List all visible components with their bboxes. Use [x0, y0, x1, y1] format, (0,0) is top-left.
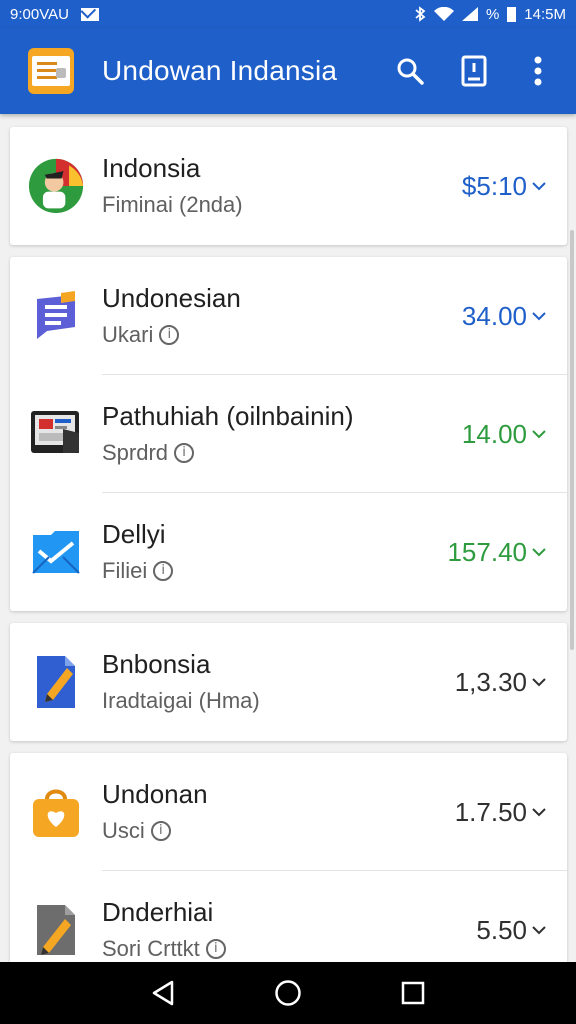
app-bar: Undowan Indansia — [0, 28, 576, 114]
back-button[interactable] — [143, 973, 183, 1013]
mail-notification-icon — [80, 7, 99, 21]
chevron-down-icon — [532, 312, 546, 321]
item-subtitle: Ukari — [102, 322, 154, 347]
back-triangle-icon — [152, 980, 173, 1006]
item-subtitle: Sori Crttkt — [102, 936, 200, 961]
list-item[interactable]: Indonsia Fiminai (2nda) $5:10 — [10, 127, 567, 245]
item-title: Bnbonsia — [102, 649, 211, 679]
item-title: Dellyi — [102, 519, 166, 549]
pencil-note-icon — [28, 902, 84, 958]
list-card: Bnbonsia Iradtaigai (Hma) 1,3.30 — [10, 623, 567, 741]
list-item[interactable]: Undonan Usci i 1.7.50 — [10, 753, 567, 871]
amount-dropdown[interactable]: 5.50 — [476, 915, 547, 946]
info-icon[interactable]: i — [205, 939, 226, 959]
search-button[interactable] — [396, 55, 424, 87]
list-item[interactable]: Dellyi Filiei i 157.40 — [10, 493, 567, 611]
more-vert-icon — [534, 56, 542, 86]
amount-dropdown[interactable]: $5:10 — [462, 171, 547, 202]
chevron-down-icon — [532, 808, 546, 817]
scrollbar[interactable] — [570, 230, 574, 650]
item-title: Undonan — [102, 779, 208, 809]
signal-icon — [461, 7, 478, 21]
bluetooth-icon — [415, 6, 426, 22]
info-icon[interactable]: i — [159, 325, 180, 345]
chat-doc-icon — [28, 288, 84, 344]
app-title: Undowan Indansia — [102, 55, 338, 86]
search-icon — [397, 58, 424, 85]
device-info-icon — [461, 55, 487, 87]
item-amount: $5:10 — [461, 170, 527, 201]
system-navigation-bar — [0, 962, 576, 1024]
document-pen-icon — [28, 654, 84, 710]
list-item[interactable]: Bnbonsia Iradtaigai (Hma) 1,3.30 — [10, 623, 567, 741]
item-title: Dnderhiai — [102, 897, 214, 927]
list-item[interactable]: Undonesian Ukari i 34.00 — [10, 257, 567, 375]
chevron-down-icon — [532, 430, 546, 439]
chevron-down-icon — [532, 548, 546, 557]
list-card: Indonsia Fiminai (2nda) $5:10 — [10, 127, 567, 245]
item-subtitle: Filiei — [102, 558, 148, 583]
item-amount: 1.7.50 — [454, 796, 527, 827]
recents-square-icon — [402, 981, 425, 1005]
recents-button[interactable] — [393, 973, 433, 1013]
item-subtitle: Usci — [102, 818, 145, 843]
list-card: Undonan Usci i 1.7.50 Dnderhiai Sori Crtt… — [10, 753, 567, 989]
home-button[interactable] — [268, 973, 308, 1013]
list-card: Undonesian Ukari i 34.00 Pathuhiah (oilnb… — [10, 257, 567, 611]
info-icon[interactable]: i — [153, 561, 174, 581]
battery-icon — [507, 6, 517, 22]
status-left-text: 9:00VAU — [10, 5, 69, 23]
home-circle-icon — [275, 980, 301, 1006]
amount-dropdown[interactable]: 14.00 — [462, 419, 547, 450]
wifi-icon — [433, 7, 454, 21]
battery-percent: % — [485, 5, 500, 23]
transaction-list: Indonsia Fiminai (2nda) $5:10 Undonesian… — [10, 127, 567, 1001]
chevron-down-icon — [532, 182, 546, 191]
amount-dropdown[interactable]: 1,3.30 — [455, 667, 547, 698]
item-title: Undonesian — [102, 283, 241, 313]
info-icon[interactable]: i — [150, 821, 171, 841]
item-subtitle: Sprdrd — [102, 440, 169, 465]
details-button[interactable] — [460, 55, 488, 87]
amount-dropdown[interactable]: 34.00 — [462, 301, 547, 332]
status-bar: 9:00VAU % 14:5M — [0, 0, 576, 28]
laptop-icon — [28, 406, 84, 462]
chevron-down-icon — [532, 678, 546, 687]
email-icon — [28, 524, 84, 580]
item-amount: 34.00 — [461, 300, 527, 331]
item-title: Pathuhiah (oilnbainin) — [102, 401, 354, 431]
item-subtitle: Iradtaigai (Hma) — [102, 688, 260, 713]
list-item[interactable]: Pathuhiah (oilnbainin) Sprdrd i 14.00 — [10, 375, 567, 493]
overflow-menu-button[interactable] — [524, 55, 552, 87]
app-logo-icon — [28, 48, 74, 94]
item-title: Indonsia — [102, 153, 201, 183]
shopping-bag-icon — [28, 784, 84, 840]
item-amount: 1,3.30 — [454, 666, 527, 697]
item-amount: 5.50 — [476, 914, 527, 945]
amount-dropdown[interactable]: 157.40 — [447, 537, 547, 568]
item-subtitle: Fiminai (2nda) — [102, 192, 243, 217]
item-amount: 14.00 — [461, 418, 527, 449]
item-amount: 157.40 — [447, 536, 527, 567]
status-time: 14:5M — [524, 5, 566, 23]
info-icon[interactable]: i — [174, 443, 195, 463]
amount-dropdown[interactable]: 1.7.50 — [455, 797, 547, 828]
chevron-down-icon — [532, 926, 546, 935]
flag-avatar-icon — [28, 158, 84, 214]
